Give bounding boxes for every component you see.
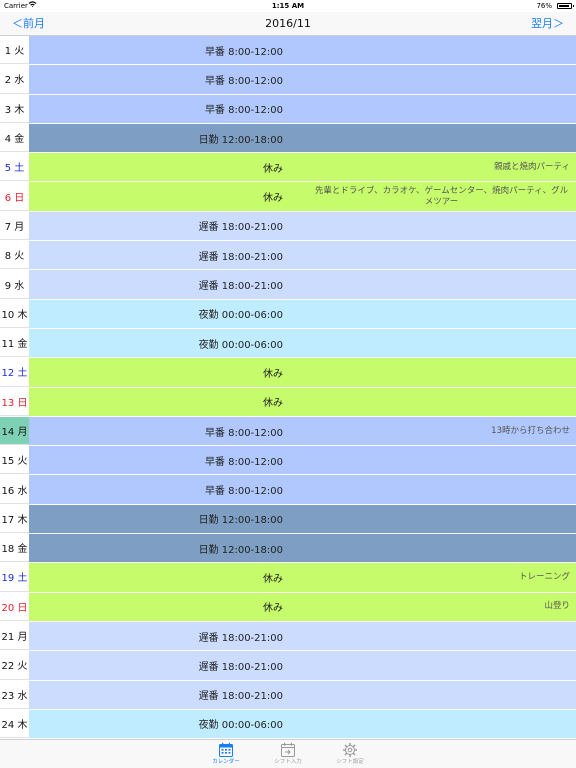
tab-bar: カレンダー シフト入力 シフト設定 — [0, 739, 576, 768]
shift-label: 休み — [263, 398, 283, 410]
day-label: 17 木 — [0, 504, 29, 534]
calendar-row[interactable]: 10 木 夜勤 00:00-06:00 — [0, 299, 576, 329]
memo-text: 13時から打ち合わせ — [491, 425, 570, 436]
gear-icon — [343, 743, 357, 757]
shift-label: 早番 8:00-12:00 — [204, 427, 283, 439]
shift-label: 遅番 18:00-21:00 — [198, 632, 283, 644]
shift-label: 遅番 18:00-21:00 — [198, 661, 283, 673]
shift-label: 遅番 18:00-21:00 — [198, 691, 283, 703]
day-label: 8 火 — [0, 241, 29, 270]
day-label: 4 金 — [0, 123, 29, 153]
shift-label: 日勤 12:00-18:00 — [198, 515, 283, 527]
day-label: 2 水 — [0, 65, 29, 94]
day-label: 13 日 — [0, 387, 29, 416]
day-label: 15 火 — [0, 446, 29, 475]
day-label: 24 木 — [0, 709, 29, 739]
shift-label: 休み — [263, 368, 283, 380]
next-month-button[interactable]: 翌月＞ — [531, 12, 564, 35]
shift-label: 休み — [263, 193, 283, 205]
calendar-row[interactable]: 21 月 遅番 18:00-21:00 — [0, 621, 576, 652]
shift-label: 早番 8:00-12:00 — [204, 456, 283, 468]
calendar-row[interactable]: 20 日 休み 山登り — [0, 592, 576, 622]
shift-label: 遅番 18:00-21:00 — [198, 281, 283, 293]
tab-calendar[interactable]: カレンダー — [196, 742, 256, 768]
calendar-row[interactable]: 6 日 休み 先輩とドライブ、カラオケ、ゲームセンター、焼肉パーティ、グルメツアー — [0, 182, 576, 212]
calendar-row[interactable]: 14 月 早番 8:00-12:00 13時から打ち合わせ — [0, 416, 576, 447]
battery-percent: 76% — [536, 2, 552, 10]
calendar-row[interactable]: 12 土 休み — [0, 358, 576, 388]
memo-text: 先輩とドライブ、カラオケ、ゲームセンター、焼肉パーティ、グルメツアー — [314, 185, 569, 207]
calendar-row[interactable]: 8 火 遅番 18:00-21:00 — [0, 241, 576, 271]
month-title: 2016/11 — [265, 17, 311, 30]
calendar-row[interactable]: 15 火 早番 8:00-12:00 — [0, 446, 576, 476]
shift-label: 早番 8:00-12:00 — [204, 486, 283, 498]
memo-text: トレーニング — [518, 571, 570, 582]
day-label: 7 月 — [0, 211, 29, 241]
tab-shift-input-label: シフト入力 — [274, 759, 302, 765]
shift-label: 休み — [263, 603, 283, 615]
calendar-row[interactable]: 17 木 日勤 12:00-18:00 — [0, 504, 576, 535]
calendar-row[interactable]: 2 水 早番 8:00-12:00 — [0, 65, 576, 95]
day-label: 5 土 — [0, 153, 29, 182]
calendar-row[interactable]: 22 火 遅番 18:00-21:00 — [0, 651, 576, 681]
day-label: 11 金 — [0, 328, 29, 358]
shift-label: 遅番 18:00-21:00 — [198, 222, 283, 234]
calendar-row[interactable]: 4 金 日勤 12:00-18:00 — [0, 123, 576, 154]
calendar-row[interactable]: 1 火 早番 8:00-12:00 — [0, 36, 576, 66]
calendar-row[interactable]: 24 木 夜勤 00:00-06:00 — [0, 709, 576, 739]
day-label: 9 水 — [0, 270, 29, 299]
calendar-row[interactable]: 19 土 休み トレーニング — [0, 563, 576, 593]
shift-label: 日勤 12:00-18:00 — [198, 544, 283, 556]
calendar-row[interactable]: 9 水 遅番 18:00-21:00 — [0, 270, 576, 300]
calendar-row[interactable]: 7 月 遅番 18:00-21:00 — [0, 211, 576, 242]
shift-label: 休み — [263, 573, 283, 585]
day-label: 22 火 — [0, 651, 29, 680]
day-label: 21 月 — [0, 621, 29, 651]
status-bar: Carrier 1:15 AM 76% — [0, 0, 576, 12]
calendar-row[interactable]: 3 木 早番 8:00-12:00 — [0, 94, 576, 124]
day-label: 14 月 — [0, 416, 29, 446]
shift-calendar: 1 火早番 8:00-12:00 2 水早番 8:00-12:00 3 木早番 8:… — [0, 36, 576, 739]
memo-text: 山登り — [544, 601, 570, 612]
shift-label: 早番 8:00-12:00 — [204, 46, 283, 58]
shift-label: 早番 8:00-12:00 — [204, 105, 283, 117]
tab-calendar-label: カレンダー — [212, 759, 240, 765]
shift-label: 夜勤 00:00-06:00 — [198, 720, 283, 732]
day-label: 1 火 — [0, 36, 29, 65]
nav-bar: ＜前月 2016/11 翌月＞ — [0, 12, 576, 36]
clock: 1:15 AM — [271, 2, 305, 10]
calendar-row[interactable]: 5 土 休み 親戚と焼肉パーティ — [0, 153, 576, 183]
shift-label: 休み — [263, 163, 283, 175]
shift-label: 遅番 18:00-21:00 — [198, 251, 283, 263]
day-label: 10 木 — [0, 299, 29, 328]
tab-shift-settings-label: シフト設定 — [336, 759, 364, 765]
calendar-row[interactable]: 13 日 休み — [0, 387, 576, 417]
day-label: 19 土 — [0, 563, 29, 592]
day-label: 23 水 — [0, 680, 29, 709]
day-label: 20 日 — [0, 592, 29, 621]
tab-shift-settings[interactable]: シフト設定 — [320, 742, 380, 768]
calendar-row[interactable]: 18 金 日勤 12:00-18:00 — [0, 534, 576, 564]
shift-label: 夜勤 00:00-06:00 — [198, 339, 283, 351]
day-label: 18 金 — [0, 534, 29, 563]
day-label: 6 日 — [0, 182, 29, 211]
shift-label: 日勤 12:00-18:00 — [198, 134, 283, 146]
shift-label: 早番 8:00-12:00 — [204, 75, 283, 87]
day-label: 3 木 — [0, 94, 29, 123]
shift-label: 夜勤 00:00-06:00 — [198, 310, 283, 322]
day-label: 16 水 — [0, 475, 29, 504]
calendar-icon — [219, 742, 233, 757]
shift-input-icon — [281, 742, 295, 757]
day-label: 12 土 — [0, 358, 29, 387]
tab-shift-input[interactable]: シフト入力 — [258, 742, 318, 768]
calendar-row[interactable]: 16 水 早番 8:00-12:00 — [0, 475, 576, 505]
memo-text: 親戚と焼肉パーティ — [494, 161, 570, 172]
battery-icon — [557, 3, 574, 9]
calendar-row[interactable]: 11 金 夜勤 00:00-06:00 — [0, 328, 576, 359]
calendar-row[interactable]: 23 水 遅番 18:00-21:00 — [0, 680, 576, 710]
